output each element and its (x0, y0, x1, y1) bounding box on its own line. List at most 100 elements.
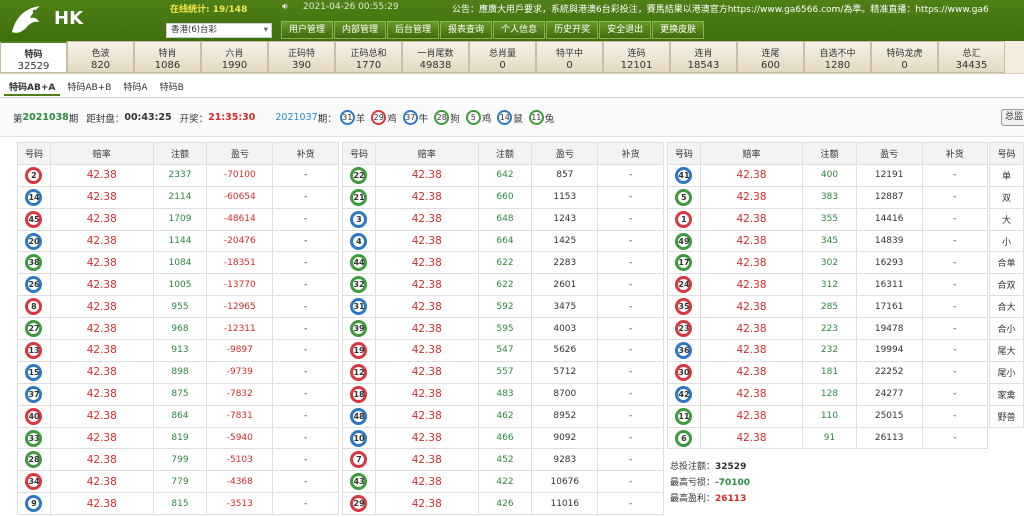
fill-cell[interactable]: - (272, 185, 339, 209)
odds-cell[interactable]: 42.38 (374, 404, 479, 428)
odds-cell[interactable]: 42.38 (374, 470, 479, 494)
fill-cell[interactable]: - (597, 360, 664, 384)
odds-cell[interactable]: 42.38 (699, 426, 804, 450)
fill-cell[interactable]: - (272, 382, 339, 406)
odds-cell[interactable]: 42.38 (49, 295, 154, 319)
fill-cell[interactable]: - (272, 492, 339, 516)
side-option[interactable]: 合双 (989, 273, 1024, 297)
category-tab[interactable]: 六肖 1990 (201, 41, 268, 73)
fill-cell[interactable]: - (597, 207, 664, 231)
side-option[interactable]: 双 (989, 185, 1024, 209)
odds-cell[interactable]: 42.38 (699, 229, 804, 253)
fill-cell[interactable]: - (921, 317, 988, 341)
category-tab[interactable]: 特码 32529 (0, 41, 67, 73)
fill-cell[interactable]: - (272, 229, 339, 253)
category-tab[interactable]: 总肖量 0 (469, 41, 536, 73)
category-tab[interactable]: 特码龙虎 0 (871, 41, 938, 73)
side-option[interactable]: 合小 (989, 317, 1024, 341)
category-tab[interactable]: 正码总和 1770 (335, 41, 402, 73)
odds-cell[interactable]: 42.38 (49, 207, 154, 231)
odds-cell[interactable]: 42.38 (374, 339, 479, 362)
fill-cell[interactable]: - (272, 295, 339, 319)
odds-cell[interactable]: 42.38 (49, 492, 154, 516)
fill-cell[interactable]: - (921, 404, 988, 428)
odds-cell[interactable]: 42.38 (699, 360, 804, 384)
side-option[interactable]: 单 (989, 163, 1024, 187)
category-tab[interactable]: 连肖 18543 (670, 41, 737, 73)
odds-cell[interactable]: 42.38 (374, 295, 479, 319)
speaker-icon[interactable]: 🔊︎ (282, 2, 288, 12)
fill-cell[interactable]: - (921, 207, 988, 231)
odds-cell[interactable]: 42.38 (49, 273, 154, 297)
odds-cell[interactable]: 42.38 (699, 207, 804, 231)
category-tab[interactable]: 连码 12101 (603, 41, 670, 73)
fill-cell[interactable]: - (272, 360, 339, 384)
odds-cell[interactable]: 42.38 (374, 251, 479, 275)
odds-cell[interactable]: 42.38 (699, 382, 804, 406)
region-select[interactable]: 香港(6)台彩 ▾ (166, 23, 272, 38)
side-option[interactable]: 家禽 (989, 382, 1024, 406)
odds-cell[interactable]: 42.38 (49, 163, 154, 187)
side-option[interactable]: 小 (989, 229, 1024, 253)
sub-tab[interactable]: 特码AB+A (4, 78, 61, 96)
fill-cell[interactable]: - (272, 404, 339, 428)
odds-cell[interactable]: 42.38 (49, 426, 154, 450)
fill-cell[interactable]: - (272, 426, 339, 450)
fill-cell[interactable]: - (921, 360, 988, 384)
odds-cell[interactable]: 42.38 (49, 382, 154, 406)
fill-cell[interactable]: - (921, 185, 988, 209)
fill-cell[interactable]: - (597, 492, 664, 516)
fill-cell[interactable]: - (921, 273, 988, 297)
odds-cell[interactable]: 42.38 (49, 317, 154, 341)
fill-cell[interactable]: - (272, 273, 339, 297)
sub-tab[interactable]: 特码AB+B (62, 78, 116, 96)
fill-cell[interactable]: - (272, 251, 339, 275)
side-option[interactable]: 大 (989, 207, 1024, 231)
side-option[interactable]: 野兽 (989, 404, 1024, 428)
fill-cell[interactable]: - (597, 295, 664, 319)
odds-cell[interactable]: 42.38 (374, 273, 479, 297)
category-tab[interactable]: 特平中 0 (536, 41, 603, 73)
odds-cell[interactable]: 42.38 (699, 273, 804, 297)
category-tab[interactable]: 特肖 1086 (134, 41, 201, 73)
fill-cell[interactable]: - (272, 470, 339, 494)
category-tab[interactable]: 总汇 34435 (938, 41, 1005, 73)
odds-cell[interactable]: 42.38 (699, 251, 804, 275)
odds-cell[interactable]: 42.38 (699, 185, 804, 209)
fill-cell[interactable]: - (597, 339, 664, 362)
odds-cell[interactable]: 42.38 (49, 185, 154, 209)
fill-cell[interactable]: - (921, 251, 988, 275)
fill-cell[interactable]: - (597, 404, 664, 428)
fill-cell[interactable]: - (921, 295, 988, 319)
odds-cell[interactable]: 42.38 (49, 448, 154, 472)
category-tab[interactable]: 一肖尾数 49838 (402, 41, 469, 73)
odds-cell[interactable]: 42.38 (699, 339, 804, 362)
fill-cell[interactable]: - (597, 251, 664, 275)
fill-cell[interactable]: - (272, 207, 339, 231)
odds-cell[interactable]: 42.38 (49, 251, 154, 275)
odds-cell[interactable]: 42.38 (49, 339, 154, 362)
odds-cell[interactable]: 42.38 (699, 163, 804, 187)
odds-cell[interactable]: 42.38 (374, 426, 479, 450)
side-option[interactable]: 尾小 (989, 360, 1024, 384)
odds-cell[interactable]: 42.38 (699, 295, 804, 319)
fill-cell[interactable]: - (921, 163, 988, 187)
menu-item[interactable]: 内部管理 (334, 21, 387, 39)
fill-cell[interactable]: - (921, 339, 988, 362)
menu-item[interactable]: 历史开奖 (546, 21, 599, 39)
menu-item[interactable]: 报表查询 (440, 21, 493, 39)
menu-item[interactable]: 安全退出 (599, 21, 652, 39)
category-tab[interactable]: 色波 820 (67, 41, 134, 73)
fill-cell[interactable]: - (272, 317, 339, 341)
odds-cell[interactable]: 42.38 (699, 404, 804, 428)
fill-cell[interactable]: - (597, 448, 664, 472)
fill-cell[interactable]: - (597, 382, 664, 406)
fill-cell[interactable]: - (272, 448, 339, 472)
side-option[interactable]: 尾大 (989, 339, 1024, 362)
odds-cell[interactable]: 42.38 (374, 207, 479, 231)
fill-cell[interactable]: - (921, 382, 988, 406)
fill-cell[interactable]: - (597, 426, 664, 450)
odds-cell[interactable]: 42.38 (374, 229, 479, 253)
odds-cell[interactable]: 42.38 (374, 163, 479, 187)
fill-cell[interactable]: - (597, 470, 664, 494)
